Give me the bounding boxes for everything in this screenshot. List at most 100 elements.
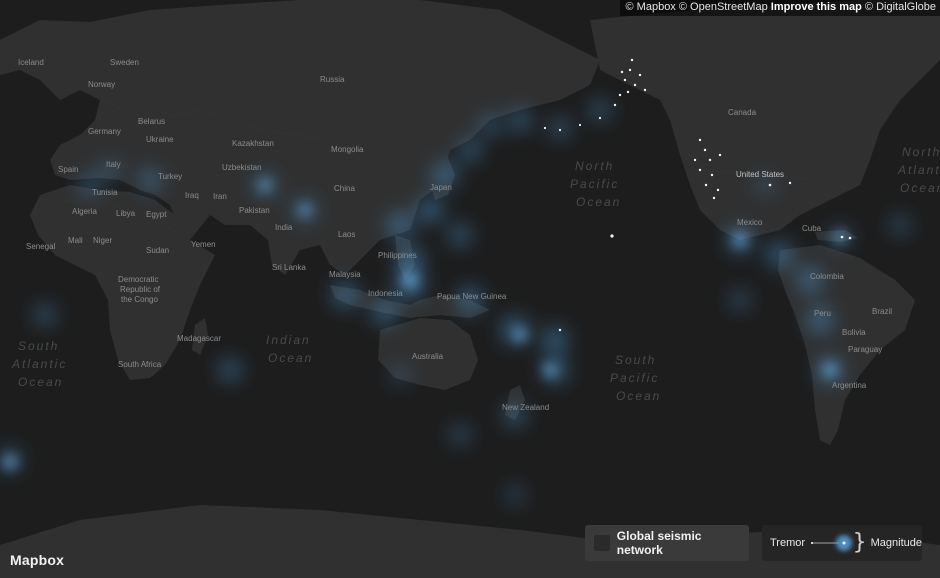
label-bolivia: Bolivia: [842, 328, 866, 337]
label-japan: Japan: [430, 183, 452, 192]
label-unitedstates: United States: [736, 170, 784, 179]
label-southafrica: South Africa: [118, 360, 162, 369]
glow-south-1: [452, 427, 468, 443]
glow-aleutian-1: [510, 110, 530, 130]
label-srilanka: Sri Lanka: [272, 263, 306, 272]
digitalglobe-attribution-link[interactable]: © DigitalGlobe: [865, 1, 936, 13]
tp-wus-7: [716, 188, 720, 192]
glow-turkey: [140, 170, 160, 190]
basemap: Iceland Sweden Norway Russia Belarus Ger…: [0, 0, 940, 578]
tp-wus-9: [693, 158, 697, 162]
label-brazil: Brazil: [872, 307, 892, 316]
tp-wus-2: [703, 148, 707, 152]
label-laos: Laos: [338, 230, 355, 239]
label-turkey: Turkey: [158, 172, 182, 181]
tp-alaska-10: [620, 70, 624, 74]
label-drc-1: Democratic: [118, 275, 158, 284]
label-uzbekistan: Uzbekistan: [222, 163, 262, 172]
magnitude-label: Magnitude: [870, 537, 922, 549]
improve-map-link[interactable]: Improve this map: [771, 1, 862, 13]
tp-pr-1: [840, 235, 844, 239]
tp-aleutian-4: [543, 126, 547, 130]
label-sweden: Sweden: [110, 58, 139, 67]
label-mongolia: Mongolia: [331, 145, 364, 154]
core-9: [835, 232, 845, 242]
ocean-north-pacific-1: North: [575, 159, 614, 173]
label-iran: Iran: [213, 192, 227, 201]
tp-wus-8: [718, 153, 722, 157]
tp-aleutian-1: [598, 116, 602, 120]
glow-sumatra: [333, 283, 357, 307]
label-mexico: Mexico: [737, 218, 763, 227]
network-checkbox[interactable]: [594, 535, 610, 551]
label-italy: Italy: [106, 160, 121, 169]
label-paraguay: Paraguay: [848, 345, 882, 354]
core-2: [514, 329, 526, 341]
magnitude-legend: Tremor } Magnitude: [762, 525, 922, 561]
label-madagascar: Madagascar: [177, 334, 221, 343]
scale-small-dot: [811, 542, 814, 544]
global-seismic-network-toggle[interactable]: Global seismic network: [585, 525, 749, 561]
label-norway: Norway: [88, 80, 115, 89]
magnitude-scale: [809, 528, 853, 558]
label-spain: Spain: [58, 165, 78, 174]
ocean-north-atlantic-3: Ocean: [900, 181, 940, 195]
ocean-north-atlantic-2: Atlantic: [897, 163, 940, 177]
label-sudan: Sudan: [146, 246, 169, 255]
network-label: Global seismic network: [616, 529, 702, 557]
glow-east: [892, 217, 908, 233]
tp-wus-10: [712, 196, 716, 200]
tp-wus-4: [698, 168, 702, 172]
label-niger: Niger: [93, 236, 112, 245]
tp-alaska-8: [613, 103, 617, 107]
glow-south-2: [508, 488, 522, 502]
core-6: [4, 456, 16, 468]
tp-aleutian-3: [558, 128, 562, 132]
tp-wus-1: [698, 138, 702, 142]
ocean-south-atlantic-1: South: [18, 339, 59, 353]
label-india: India: [275, 223, 293, 232]
tp-aleutian-2: [578, 123, 582, 127]
core-7: [260, 180, 270, 190]
core-3: [544, 364, 556, 376]
label-libya: Libya: [116, 209, 136, 218]
glow-vanuatu: [543, 328, 567, 352]
tremor-label: Tremor: [770, 537, 806, 549]
tp-alaska-1: [628, 68, 632, 72]
core-1: [403, 273, 417, 287]
osm-attribution-link[interactable]: © OpenStreetMap: [679, 1, 768, 13]
label-russia: Russia: [320, 75, 345, 84]
ocean-north-pacific-3: Ocean: [576, 195, 621, 209]
scale-large-core: [842, 541, 846, 545]
label-algeria: Algeria: [72, 207, 97, 216]
map-canvas[interactable]: Iceland Sweden Norway Russia Belarus Ger…: [0, 0, 940, 578]
improve-map-label: Improve this map: [770, 1, 862, 13]
label-argentina: Argentina: [832, 381, 867, 390]
label-egypt: Egypt: [146, 210, 167, 219]
label-yemen: Yemen: [191, 240, 216, 249]
ocean-south-pacific-1: South: [615, 353, 656, 367]
tp-alaska-7: [630, 58, 634, 62]
label-peru: Peru: [814, 309, 831, 318]
glow-japan-2: [418, 198, 442, 222]
glow-aleutian-2: [551, 119, 569, 137]
label-kazakhstan: Kazakhstan: [232, 139, 274, 148]
ocean-north-pacific-2: Pacific: [570, 177, 619, 191]
glow-kamchatka: [481, 116, 499, 134]
mapbox-logo[interactable]: Mapbox: [10, 552, 64, 568]
tp-ok: [768, 183, 772, 187]
label-iraq: Iraq: [185, 191, 199, 200]
tp-alaska-2: [623, 78, 627, 82]
label-drc-3: the Congo: [121, 295, 158, 304]
tp-wus-6: [704, 183, 708, 187]
label-china: China: [334, 184, 355, 193]
glow-southwest-2: [732, 292, 748, 308]
label-malaysia: Malaysia: [329, 270, 361, 279]
label-indonesia: Indonesia: [368, 289, 403, 298]
label-germany: Germany: [88, 127, 121, 136]
core-8: [300, 205, 310, 215]
mapbox-attribution-link[interactable]: © Mapbox: [626, 1, 676, 13]
ocean-south-atlantic-3: Ocean: [18, 375, 63, 389]
tp-tonga: [558, 328, 562, 332]
glow-southwest-1: [393, 368, 407, 382]
